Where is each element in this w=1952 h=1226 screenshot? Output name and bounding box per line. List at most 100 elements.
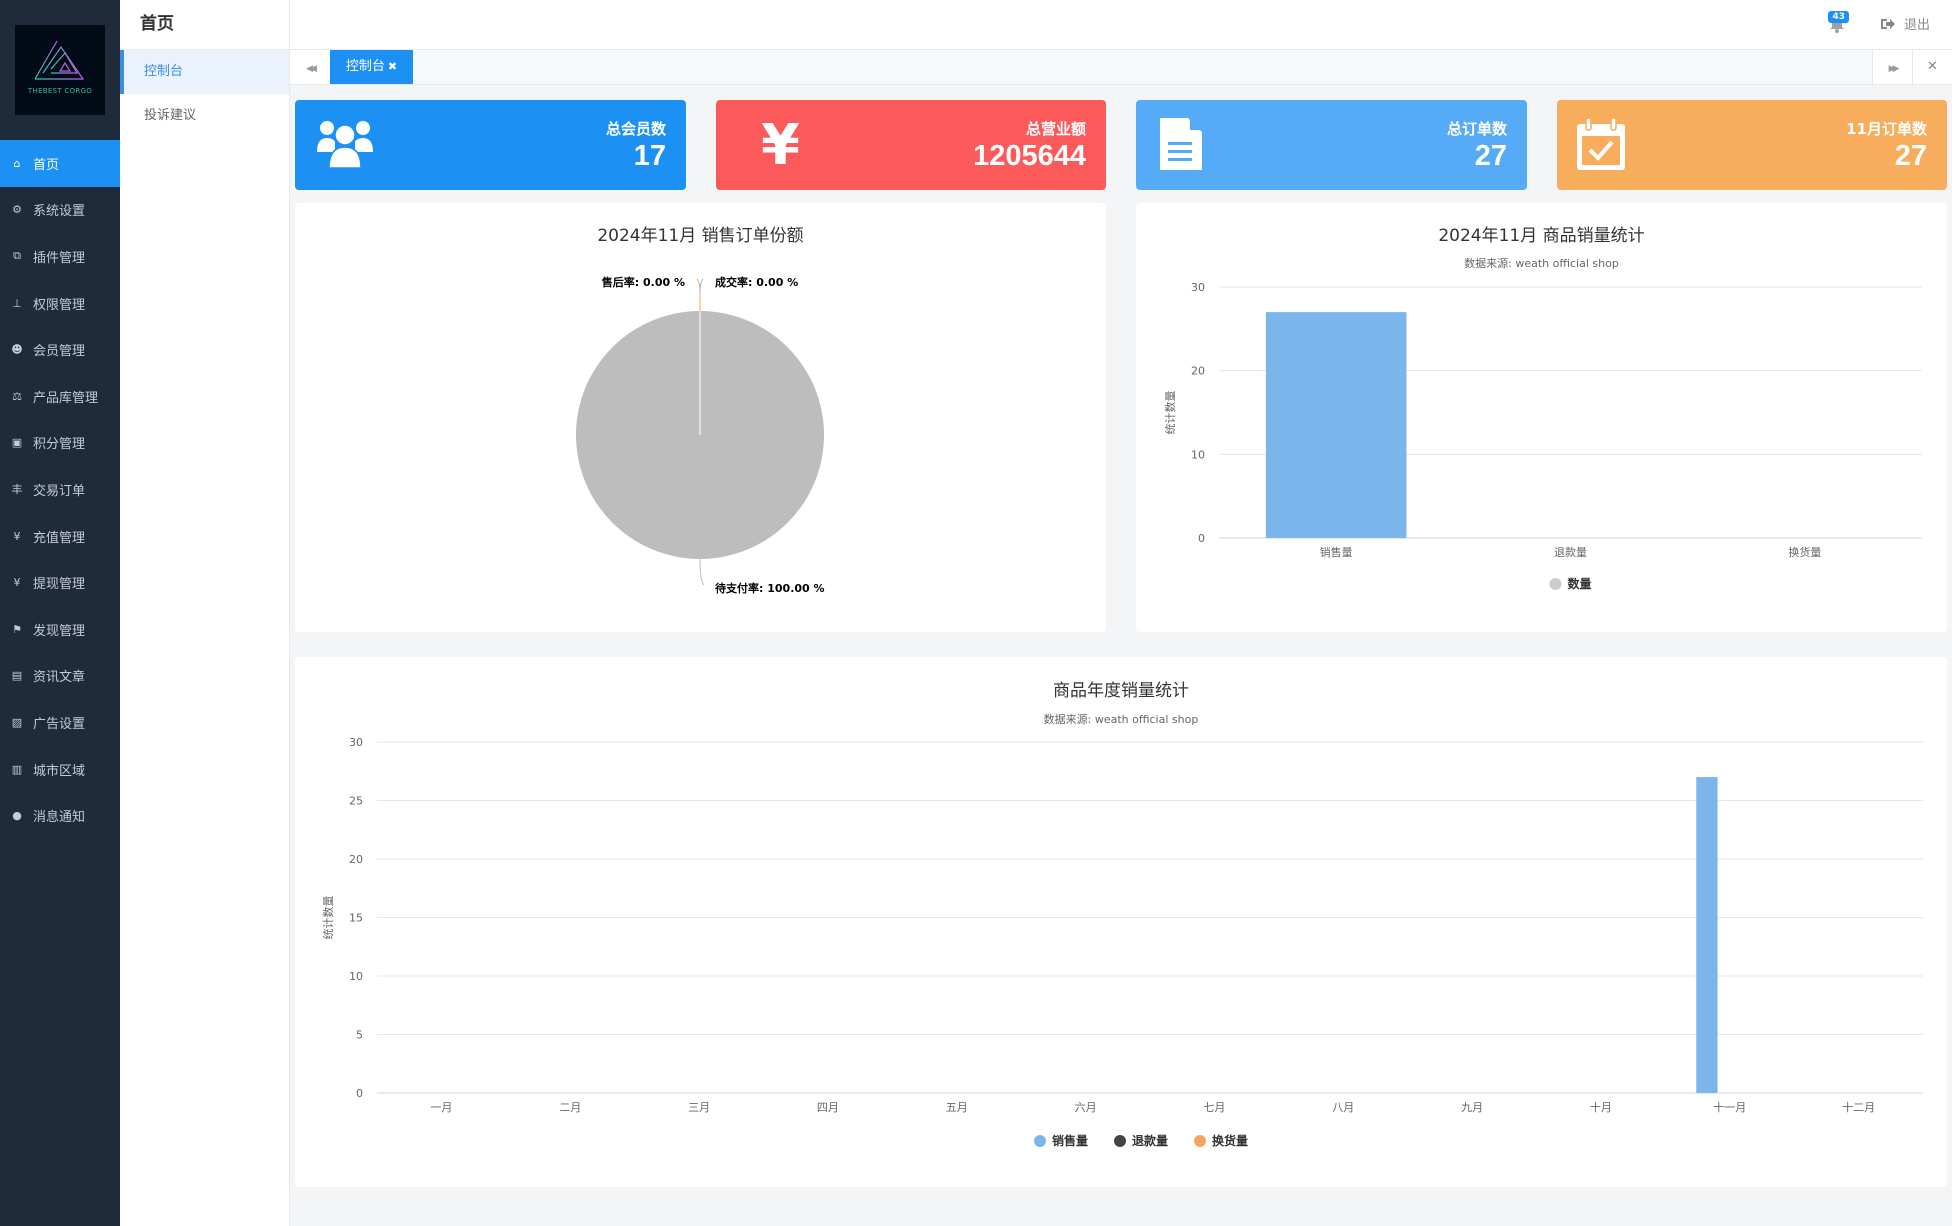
- sidebar-item-6[interactable]: ▣ 积分管理: [0, 420, 120, 467]
- annual-bar-chart: 0 5 10 15 20 25 30 统计数量一月 二月 三月 四月 五月 六月 七月 八月 九月 十月 十一月 十…: [322, 736, 1923, 1148]
- pie-label: 成交率: 0.00 %: [715, 275, 798, 289]
- x-tick-label: 七月: [1203, 1101, 1225, 1114]
- sidebar-item-label: 发现管理: [33, 623, 86, 639]
- logout-button[interactable]: 退出: [1880, 14, 1930, 33]
- sidebar-item-3[interactable]: ⊥ 权限管理: [0, 280, 120, 327]
- y-tick-label: 5: [356, 1029, 363, 1042]
- legend-label: 数量: [1568, 576, 1592, 591]
- sidebar-item-label: 广告设置: [33, 716, 86, 732]
- flag-icon: ⚑: [12, 622, 22, 636]
- sidebar-item-12[interactable]: ▨ 广告设置: [0, 699, 120, 746]
- sidebar-item-label: 资讯文章: [33, 670, 86, 686]
- tab-close-icon[interactable]: ✖: [388, 60, 397, 73]
- legend-marker: [1194, 1135, 1206, 1147]
- tab-bar: ◀◀ 控制台 ✖ ▶▶ ✕: [290, 50, 1952, 85]
- sidebar-item-label: 产品库管理: [33, 390, 99, 406]
- sidebar-item-14[interactable]: ● 消息通知: [0, 792, 120, 839]
- sidebar-nav: ⌂ 首页 ⚙ 系统设置 ⧉ 插件管理 ⊥ 权限管理 ☻ 会员管理 ⚖ 产品库管理 ▣ 积分管理丰交易订单 ¥…: [0, 140, 120, 839]
- sidebar-item-label: 城市区域: [33, 763, 86, 779]
- sidebar-item-9[interactable]: ¥ 提现管理: [0, 559, 120, 606]
- tab-dashboard[interactable]: 控制台 ✖: [330, 50, 413, 84]
- y-tick-label: 15: [349, 912, 363, 925]
- x-tick-label: 十二月: [1842, 1100, 1875, 1114]
- sidebar-item-label: 交易订单: [33, 483, 86, 499]
- x-tick-label: 九月: [1461, 1101, 1483, 1114]
- double-right-arrow-icon: ▶▶: [1888, 64, 1900, 74]
- sidebar-item-8[interactable]: ¥ 充值管理: [0, 513, 120, 560]
- yen-icon: ¥: [761, 114, 800, 174]
- users-icon: [317, 121, 373, 169]
- x-tick-label: 三月: [688, 1101, 710, 1114]
- logout-label: 退出: [1903, 18, 1930, 33]
- y-tick-label: 30: [349, 736, 363, 749]
- stat-label: 总营业额: [1025, 120, 1086, 138]
- legend-label: 销售量: [1052, 1133, 1088, 1148]
- sidebar-item-2[interactable]: ⧉ 插件管理: [0, 233, 120, 280]
- close-icon: ✕: [1927, 59, 1938, 74]
- bar: [1696, 777, 1718, 1093]
- document-icon: [1160, 118, 1202, 170]
- bar: [1265, 312, 1407, 538]
- pie-chart-panel: 2024年11月 销售订单份额 售后率: 0.00 % 成交率: 0.00 % 待支…: [295, 203, 1106, 632]
- tab-scroll-right-button[interactable]: ▶▶: [1872, 50, 1912, 84]
- x-tick-label: 换货量: [1788, 545, 1821, 559]
- newspaper-icon: ▤: [11, 669, 23, 683]
- x-tick-label: 销售量: [1320, 545, 1353, 559]
- sidebar-item-label: 提现管理: [33, 577, 86, 593]
- sidebar-item-10[interactable]: ⚑ 发现管理: [0, 606, 120, 653]
- sub-item-complaints[interactable]: 投诉建议: [120, 94, 289, 138]
- sidebar-item-label: 首页: [33, 157, 60, 173]
- y-tick-label: 0: [356, 1087, 363, 1100]
- y-tick-label: 10: [1191, 448, 1205, 461]
- stat-label: 11月订单数: [1846, 120, 1927, 138]
- stat-card-orders: 总订单数 27: [1136, 100, 1527, 190]
- stat-value: 17: [633, 140, 666, 172]
- x-tick-label: 六月: [1075, 1101, 1097, 1114]
- sidebar-item-4[interactable]: ☻ 会员管理: [0, 326, 120, 373]
- legend-marker: [1549, 578, 1562, 590]
- sub-item-dashboard[interactable]: 控制台: [120, 50, 289, 94]
- points-file-icon: ▣: [11, 436, 23, 450]
- tab-scroll-left-button[interactable]: ◀◀: [290, 50, 330, 84]
- sidebar-item-label: 权限管理: [33, 297, 86, 313]
- double-left-arrow-icon: ◀◀: [306, 64, 317, 74]
- sidebar-item-1[interactable]: ⚙ 系统设置: [0, 187, 120, 234]
- y-tick-label: 10: [349, 970, 363, 983]
- home-icon: ⌂: [13, 156, 21, 170]
- pie-connector: [699, 558, 705, 586]
- pie-connector: [699, 278, 704, 292]
- main-sidebar: THEBEST CORGO ⌂ 首页 ⚙ 系统设置 ⧉ 插件管理 ⊥ 权限管理 ☻ 会员管理 ⚖ 产品…: [0, 0, 120, 1226]
- y-tick-label: 0: [1198, 532, 1205, 545]
- sign-out-icon: [1880, 18, 1895, 29]
- svg-text:¥: ¥: [761, 114, 800, 174]
- x-tick-label: 四月: [817, 1101, 839, 1114]
- x-tick-label: 退款量: [1554, 545, 1587, 559]
- legend-marker: [1114, 1135, 1126, 1147]
- stat-label: 总会员数: [605, 120, 666, 138]
- sidebar-item-13[interactable]: ▥ 城市区域: [0, 746, 120, 793]
- logo-triangle-icon: [34, 40, 85, 80]
- pie-connector: [696, 278, 701, 311]
- sidebar-item-label: 积分管理: [33, 437, 86, 453]
- sidebar-item-0[interactable]: ⌂ 首页: [0, 140, 120, 187]
- top-header: 43 退出: [290, 0, 1952, 50]
- close-all-tabs-button[interactable]: ✕: [1912, 50, 1952, 84]
- x-tick-label: 八月: [1332, 1101, 1354, 1114]
- monthly-bar-chart-panel: 2024年11月 商品销量统计 数据来源: weath official sho…: [1136, 203, 1947, 632]
- sidebar-item-label: 系统设置: [33, 204, 86, 220]
- legend-label: 退款量: [1132, 1133, 1168, 1148]
- y-tick-label: 30: [1191, 281, 1205, 294]
- x-tick-label: 二月: [559, 1101, 581, 1114]
- stat-card-month-orders: 11月订单数 27: [1557, 100, 1947, 190]
- stat-value: 27: [1474, 140, 1507, 172]
- stat-card-revenue: ¥ 总营业额 1205644: [716, 100, 1106, 190]
- logo[interactable]: THEBEST CORGO: [15, 25, 105, 115]
- yen-sign-icon: 丰: [11, 483, 23, 497]
- sidebar-item-11[interactable]: ▤ 资讯文章: [0, 653, 120, 700]
- balance-scale-icon: ⚖: [12, 389, 22, 403]
- x-tick-label: 五月: [946, 1101, 968, 1114]
- gear-icon: ⚙: [12, 203, 22, 217]
- sidebar-item-label: 消息通知: [33, 810, 86, 826]
- sidebar-item-5[interactable]: ⚖ 产品库管理: [0, 373, 120, 420]
- sidebar-item-7[interactable]: 丰交易订单: [0, 466, 120, 513]
